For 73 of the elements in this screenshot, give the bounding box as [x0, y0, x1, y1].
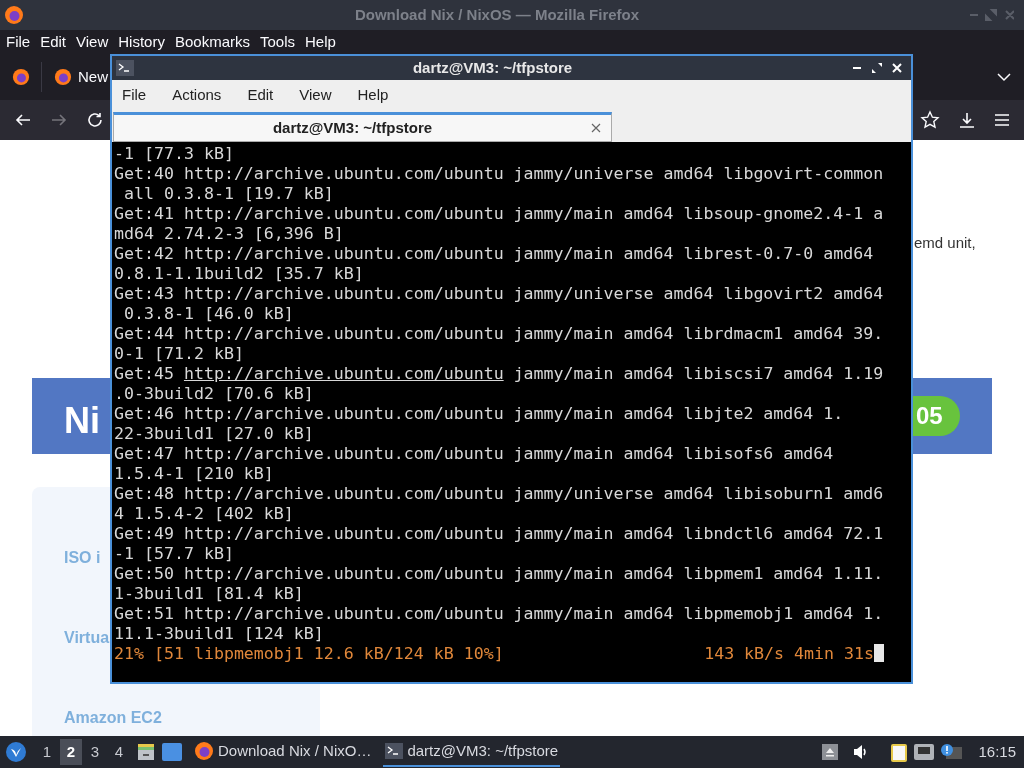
menu-item[interactable]: View: [76, 30, 109, 54]
menu-item[interactable]: History: [118, 30, 165, 54]
menu-item[interactable]: Help: [305, 30, 336, 54]
maximize-icon[interactable]: [871, 62, 883, 74]
terminal-line: 0.3.8-1 [46.0 kB]: [123, 304, 295, 324]
notification-icon[interactable]: [940, 743, 963, 761]
terminal-tab[interactable]: dartz@VM3: ~/tfpstore: [113, 112, 612, 142]
menu-item[interactable]: Help: [357, 83, 389, 107]
eject-icon[interactable]: [822, 744, 839, 760]
terminal-line: Get:40 http://archive.ubuntu.com/ubuntu jammy/universe amd64 libgovirt-common: [114, 164, 885, 184]
workspace-button[interactable]: 1: [36, 739, 58, 765]
terminal-line: Get:42 http://archive.ubuntu.com/ubuntu jammy/main amd64 librest-0.7-0 amd64: [114, 244, 875, 264]
file-cabinet-icon[interactable]: [136, 742, 156, 762]
window-controls-icon: [970, 9, 1014, 21]
menu-item[interactable]: Tools: [260, 30, 295, 54]
terminal-line: Get:44 http://archive.ubuntu.com/ubuntu jammy/main amd64 librdmacm1 amd64 39.: [114, 324, 885, 344]
terminal-line: Get:46 http://archive.ubuntu.com/ubuntu jammy/main amd64 libjte2 amd64 1.: [114, 404, 845, 424]
terminal-line: Get:43 http://archive.ubuntu.com/ubuntu jammy/universe amd64 libgovirt2 amd64: [114, 284, 885, 304]
terminal-line: md64 2.74.2-3 [6,396 B]: [114, 224, 345, 244]
menu-item[interactable]: File: [6, 30, 31, 54]
menu-item[interactable]: Bookmarks: [174, 30, 250, 54]
download-icon[interactable]: [958, 111, 976, 129]
clock: 16:15: [978, 741, 1016, 762]
firefox-logo-icon[interactable]: [11, 68, 30, 86]
terminal-line: -1 [77.3 kB]: [114, 144, 235, 164]
terminal-line: 22-3build1 [27.0 kB]: [114, 424, 315, 444]
window-title: Download Nix / NixOS — Mozilla Firefox: [354, 6, 640, 23]
terminal-line: Get:51 http://archive.ubuntu.com/ubuntu jammy/main amd64 libpmemobj1 amd64 1.: [114, 604, 885, 624]
taskbar-button[interactable]: dartz@VM3: ~/tfpstore: [383, 737, 561, 767]
transfer-rate: 143 kB/s 4min 31s: [704, 644, 874, 664]
terminal-line: 4 1.5.4-2 [402 kB]: [114, 504, 295, 524]
taskbar-button[interactable]: Download Nix / NixO…: [192, 737, 374, 767]
terminal-line: Get:47 http://archive.ubuntu.com/ubuntu jammy/main amd64 libisofs6 amd64: [114, 444, 835, 464]
terminal-line: 0.8.1-1.1build2 [35.7 kB]: [114, 264, 365, 284]
terminal-line: Get:45 http://archive.ubuntu.com/ubuntu jammy/main amd64 libiscsi7 amd64 1.19: [114, 364, 885, 384]
terminal-icon: [385, 743, 404, 759]
browser-tab[interactable]: New: [54, 65, 108, 89]
terminal-line: 1-3build1 [81.4 kB]: [114, 584, 305, 604]
reload-icon[interactable]: [86, 111, 104, 129]
close-icon[interactable]: [591, 123, 601, 133]
window-title: dartz@VM3: ~/tfpstore: [412, 59, 573, 76]
menu-item[interactable]: Edit: [40, 30, 67, 54]
menu-item[interactable]: Actions: [172, 83, 222, 107]
terminal-line: .0-3build2 [70.6 kB]: [114, 384, 315, 404]
menu-item[interactable]: File: [122, 83, 147, 107]
text-cursor: [874, 644, 884, 662]
workspace-button[interactable]: 3: [84, 739, 106, 765]
terminal-line: 11.1-3build1 [124 kB]: [114, 624, 325, 644]
workspace-button[interactable]: 4: [108, 739, 130, 765]
menu-icon[interactable]: [994, 112, 1010, 128]
terminal-line: 0-1 [71.2 kB]: [114, 344, 245, 364]
terminal-line: Get:49 http://archive.ubuntu.com/ubuntu jammy/main amd64 libndctl6 amd64 72.1: [114, 524, 885, 544]
paragraph-text: emd unit,: [914, 233, 976, 253]
terminal-line: -1 [57.7 kB]: [114, 544, 235, 564]
banner-title: Ni: [64, 399, 100, 443]
terminal-line: Get:50 http://archive.ubuntu.com/ubuntu jammy/main amd64 libpmem1 amd64 1.11.: [114, 564, 885, 584]
terminal-line: Get:41 http://archive.ubuntu.com/ubuntu jammy/main amd64 libsoup-gnome2.4-1 a: [114, 204, 885, 224]
clipboard-icon[interactable]: [890, 742, 909, 762]
terminal-line: 1.5.4-1 [210 kB]: [114, 464, 275, 484]
terminal-icon: [116, 60, 134, 76]
terminal-line: all 0.3.8-1 [19.7 kB]: [123, 184, 335, 204]
progress-status: 21% [51 libpmemobj1 12.6 kB/124 kB 10%]: [114, 644, 504, 664]
workspace-button[interactable]: 2: [60, 739, 82, 765]
network-icon[interactable]: [914, 744, 935, 760]
firefox-logo-icon: [4, 5, 24, 25]
firefox-logo-icon: [194, 741, 214, 761]
menu-item[interactable]: Edit: [247, 83, 274, 107]
star-icon[interactable]: [920, 110, 940, 130]
start-menu-icon[interactable]: [6, 742, 26, 762]
terminal-line: Get:48 http://archive.ubuntu.com/ubuntu jammy/universe amd64 libisoburn1 amd6: [114, 484, 885, 504]
firefox-logo-icon: [54, 68, 72, 86]
url-link[interactable]: http://archive.ubuntu.com/ubuntu: [183, 364, 504, 383]
menu-item[interactable]: View: [299, 83, 332, 107]
